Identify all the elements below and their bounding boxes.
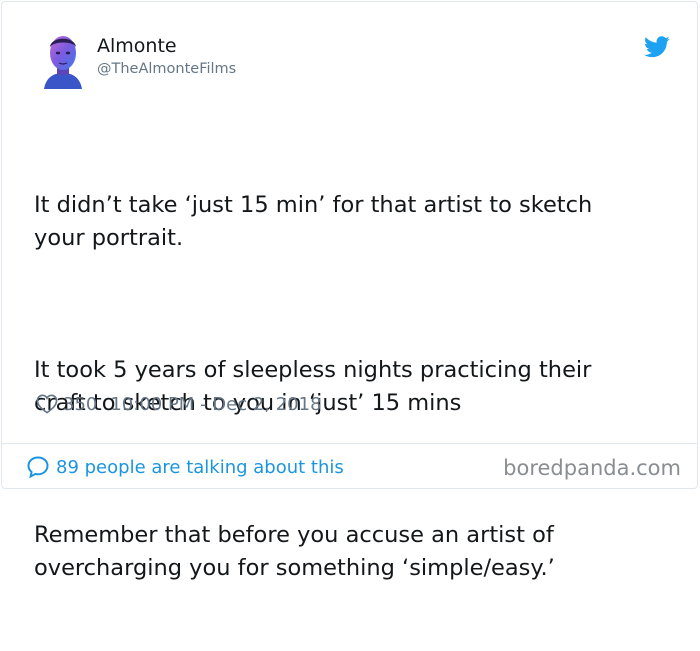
- tweet-paragraph: Remember that before you accuse an artis…: [34, 522, 555, 581]
- twitter-bird-icon[interactable]: [644, 36, 670, 58]
- heart-icon[interactable]: [36, 394, 58, 414]
- watermark: boredpanda.com: [503, 456, 681, 480]
- speech-bubble-icon: [27, 456, 49, 479]
- user-name[interactable]: Almonte: [97, 35, 177, 57]
- tweet-paragraph: It didn’t take ‘just 15 min’ for that ar…: [34, 192, 593, 251]
- user-handle[interactable]: @TheAlmonteFilms: [97, 61, 236, 77]
- tweet-card: Almonte @TheAlmonteFilms It didn’t take …: [1, 1, 698, 581]
- timestamp[interactable]: 10:00 PM - Dec 2, 2018: [110, 394, 321, 415]
- divider: [2, 443, 697, 444]
- talking-label[interactable]: 89 people are talking about this: [56, 457, 344, 478]
- avatar[interactable]: [40, 31, 86, 89]
- tweet-text: It didn’t take ‘just 15 min’ for that ar…: [34, 123, 674, 651]
- like-count: 350: [63, 393, 98, 415]
- tweet-meta: 350 10:00 PM - Dec 2, 2018: [36, 392, 322, 416]
- talking-link[interactable]: 89 people are talking about this: [26, 454, 344, 480]
